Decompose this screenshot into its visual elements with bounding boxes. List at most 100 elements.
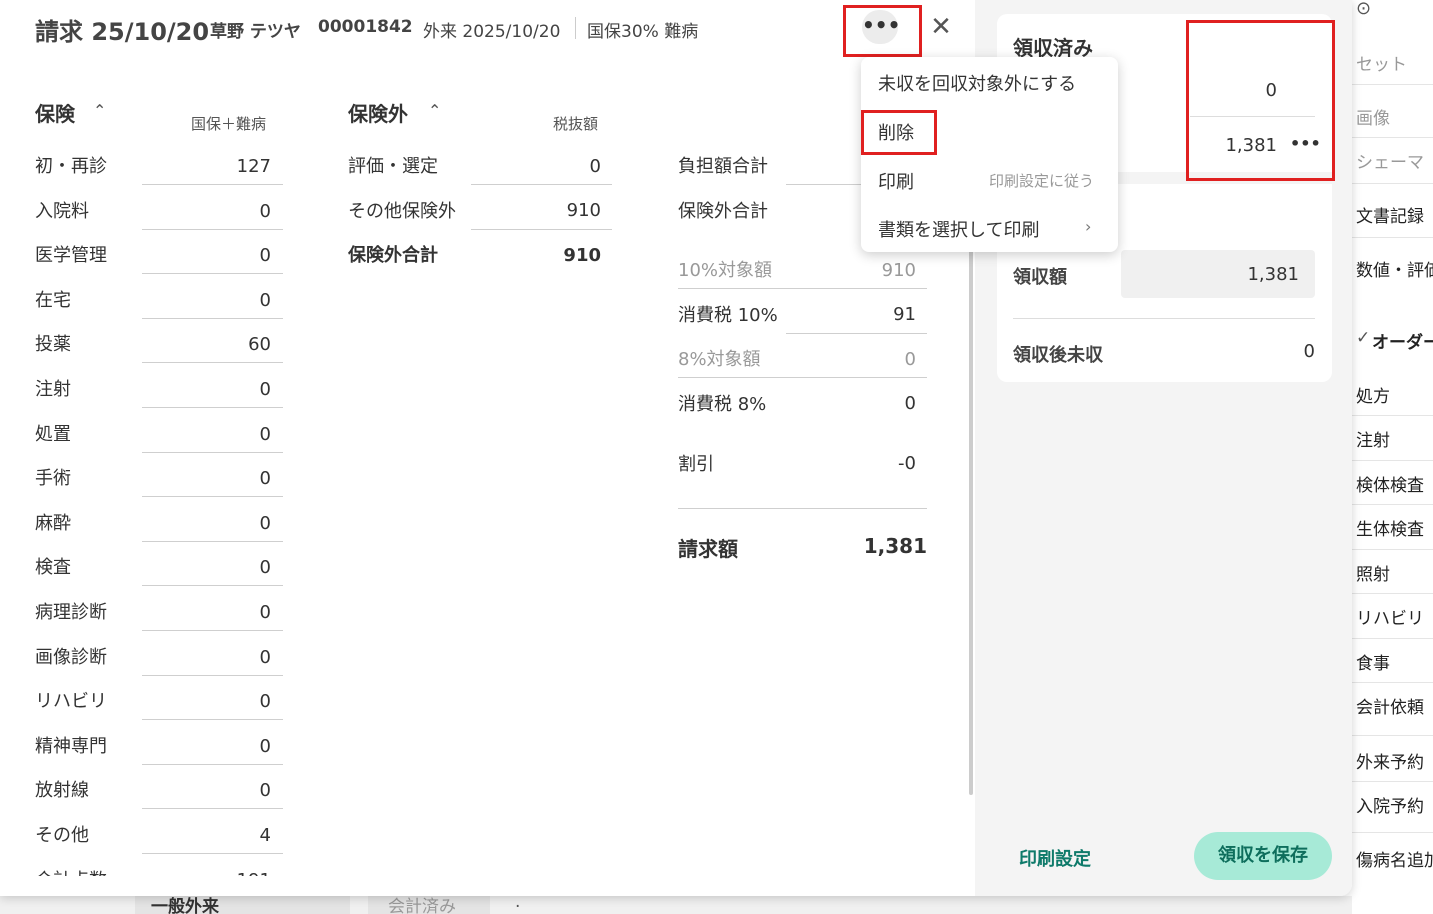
bg-item-specimen[interactable]: 検体検査 [1356, 471, 1424, 496]
bg-item-order[interactable]: オーダー [1372, 328, 1433, 353]
row-value: 0 [259, 468, 271, 489]
row-label: 入院料 [35, 201, 89, 222]
row-value: 0 [259, 424, 271, 445]
row-value: 91 [893, 304, 916, 325]
row-label: 手術 [35, 468, 71, 489]
row-divider [142, 541, 283, 542]
chevron-up-icon[interactable]: ⌃ [428, 101, 441, 120]
bg-back-icon: ⊙ [1356, 0, 1372, 19]
menu-item-print-hint: 印刷設定に従う [989, 172, 1095, 190]
visit-info: 外来 2025/10/20 [423, 22, 561, 42]
bg-item-prescription[interactable]: 処方 [1356, 382, 1390, 407]
row-divider [142, 229, 283, 230]
row-divider [142, 496, 283, 497]
row-label: 画像診断 [35, 647, 107, 668]
row-label: 8%対象額 [678, 349, 761, 370]
billing-amount-label: 請求額 [678, 537, 738, 561]
row-label: その他 [35, 825, 89, 846]
menu-item-delete[interactable]: 削除 [878, 119, 914, 145]
background-bottom-strip: 一般外来 会計済み · [0, 896, 1352, 914]
bg-item-outpatient-booking[interactable]: 外来予約 [1356, 748, 1424, 773]
row-divider [142, 273, 283, 274]
menu-item-select-documents[interactable]: 書類を選択して印刷 [878, 216, 1039, 242]
bg-dot-icon: · [515, 897, 521, 914]
row-value: 0 [904, 349, 916, 370]
row-value: 0 [904, 393, 916, 414]
save-receipt-button[interactable]: 領収を保存 [1194, 832, 1332, 880]
row-value: 0 [259, 780, 271, 801]
row-value: 910 [566, 200, 601, 221]
discount-value[interactable]: -0 [786, 453, 916, 474]
bg-item-radiation[interactable]: 照射 [1356, 560, 1390, 585]
non-insurance-section-title: 保険外 [348, 102, 408, 126]
bg-item-image[interactable]: 画像 [1356, 104, 1390, 129]
row-value: 0 [259, 736, 271, 757]
insurance-info: 国保30% 難病 [587, 22, 699, 42]
bg-item-accounting[interactable]: 会計依頼 [1356, 693, 1424, 718]
after-receipt-label: 領収後未収 [1013, 345, 1103, 366]
bg-item-schema[interactable]: シェーマ [1356, 148, 1424, 173]
row-label: 10%対象額 [678, 260, 773, 281]
non-insurance-column-caption: 税抜額 [553, 115, 599, 133]
more-menu: 未収を回収対象外にする 削除 印刷 印刷設定に従う 書類を選択して印刷 › [861, 57, 1118, 252]
bg-item-rehab[interactable]: リハビリ [1356, 604, 1424, 629]
row-value: 0 [259, 557, 271, 578]
more-dots-icon[interactable]: ••• [1290, 134, 1321, 153]
discount-label: 割引 [678, 454, 714, 475]
row-value: 127 [236, 156, 271, 177]
more-dots-icon[interactable]: ••• [862, 10, 900, 44]
chevron-right-icon: › [1085, 217, 1092, 236]
non-insurance-total-value: 910 [563, 245, 601, 266]
row-value: 910 [881, 260, 916, 281]
menu-item-print[interactable]: 印刷 [878, 168, 914, 194]
non-insurance-total-label: 保険外合計 [348, 245, 438, 266]
row-divider [142, 318, 283, 319]
bg-item-numeric[interactable]: 数値・評価 [1356, 256, 1433, 281]
row-label: 消費税 10% [678, 305, 778, 326]
row-label: 合計点数 [35, 866, 107, 876]
bg-check-icon: ✓ [1356, 328, 1371, 348]
row-divider [142, 675, 283, 676]
row-divider [142, 764, 283, 765]
row-value: 0 [589, 156, 601, 177]
row-value: 0 [259, 201, 271, 222]
billing-detail-pane: 請求 25/10/20 草野 テツヤ 00001842 外来 2025/10/2… [0, 0, 975, 896]
bg-item-add-disease[interactable]: 傷病名追加 [1356, 846, 1433, 871]
row-label: リハビリ [35, 691, 107, 712]
bg-item-document[interactable]: 文書記録 [1356, 202, 1424, 227]
row-divider [142, 808, 283, 809]
row-label: 在宅 [35, 290, 71, 311]
row-label: 放射線 [35, 780, 89, 801]
receipt-value-1: 0 [1265, 80, 1277, 101]
row-label: 注射 [35, 379, 71, 400]
bg-item-physio[interactable]: 生体検査 [1356, 515, 1424, 540]
row-label: 精神専門 [35, 736, 107, 757]
close-icon[interactable]: ✕ [928, 12, 954, 42]
row-value: 0 [259, 602, 271, 623]
row-label: 投薬 [35, 334, 71, 355]
row-divider [142, 362, 283, 363]
row-divider [142, 407, 283, 408]
bg-item-meal[interactable]: 食事 [1356, 649, 1390, 674]
bg-item-set[interactable]: セット [1356, 50, 1407, 75]
row-label: 麻酔 [35, 513, 71, 534]
row-value: 60 [248, 334, 271, 355]
background-sidebar: ⊙ セット 画像 シェーマ 文書記録 数値・評価 ✓ オーダー 処方 注射 検体… [1352, 0, 1433, 914]
receipt-value-2: 1,381 [1225, 135, 1277, 156]
bg-item-inpatient-booking[interactable]: 入院予約 [1356, 792, 1424, 817]
non-insurance-total-label-2: 保険外合計 [678, 201, 768, 222]
row-divider [142, 853, 283, 854]
row-divider [142, 452, 283, 453]
received-amount-value: 1,381 [1247, 264, 1299, 285]
bg-tab-general-outpatient[interactable]: 一般外来 [135, 896, 350, 914]
row-label: 医学管理 [35, 245, 107, 266]
row-value: 0 [259, 691, 271, 712]
row-divider [142, 630, 283, 631]
menu-item-exclude-collection[interactable]: 未収を回収対象外にする [878, 70, 1076, 96]
row-label: その他保険外 [348, 201, 456, 222]
bg-tab-billed[interactable]: 会計済み [368, 896, 490, 914]
patient-id: 00001842 [318, 17, 413, 37]
print-settings-link[interactable]: 印刷設定 [1019, 845, 1091, 871]
bg-item-injection[interactable]: 注射 [1356, 426, 1390, 451]
row-label: 初・再診 [35, 156, 107, 177]
